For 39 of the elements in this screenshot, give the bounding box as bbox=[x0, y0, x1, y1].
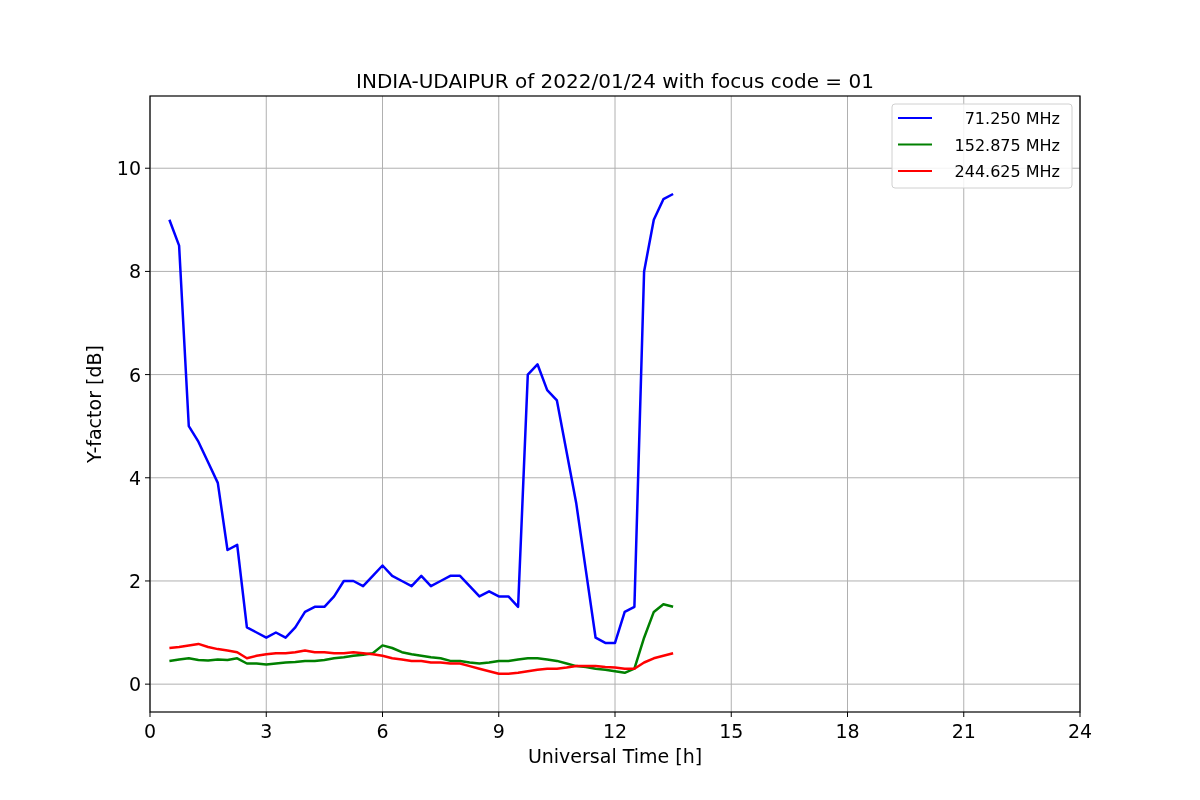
x-tick-mark bbox=[265, 711, 267, 718]
x-tick-mark bbox=[614, 711, 616, 718]
x-tick-label: 24 bbox=[1067, 720, 1093, 742]
y-tick-mark bbox=[144, 167, 151, 169]
x-tick-label: 6 bbox=[376, 720, 389, 742]
x-tick-label: 0 bbox=[143, 720, 157, 742]
x-tick-mark bbox=[149, 711, 151, 718]
y-tick-label: 10 bbox=[116, 157, 141, 180]
y-tick-label: 2 bbox=[128, 569, 141, 592]
x-tick-label: 9 bbox=[492, 720, 505, 742]
y-tick-mark bbox=[144, 374, 151, 376]
x-tick-label: 15 bbox=[719, 720, 744, 742]
y-axis-label: Y-factor [dB] bbox=[83, 345, 105, 463]
legend-label: 244.625 MHz bbox=[954, 162, 1060, 181]
chart-title: INDIA-UDAIPUR of 2022/01/24 with focus code = 01 bbox=[356, 69, 874, 93]
legend-label: 152.875 MHz bbox=[954, 135, 1060, 155]
x-tick-mark bbox=[847, 711, 848, 718]
legend-label: 71.250 MHz bbox=[964, 109, 1060, 128]
legend-line-swatch bbox=[897, 143, 933, 146]
x-tick-label: 3 bbox=[260, 720, 273, 742]
x-tick-label: 21 bbox=[951, 720, 976, 742]
y-tick-label: 8 bbox=[128, 260, 141, 283]
y-tick-mark bbox=[144, 477, 151, 479]
y-tick-label: 0 bbox=[128, 673, 141, 696]
x-tick-mark bbox=[382, 711, 383, 718]
x-tick-mark bbox=[963, 711, 965, 718]
x-tick-mark bbox=[1079, 711, 1081, 718]
y-tick-mark bbox=[144, 270, 151, 272]
x-tick-mark bbox=[730, 711, 732, 718]
x-tick-label: 12 bbox=[602, 720, 628, 742]
y-tick-mark bbox=[144, 580, 151, 582]
legend-line-swatch bbox=[897, 170, 933, 172]
y-tick-label: 4 bbox=[128, 466, 141, 489]
x-tick-mark bbox=[498, 711, 500, 718]
x-tick-label: 18 bbox=[835, 720, 860, 742]
y-tick-mark bbox=[144, 683, 151, 685]
legend-line-swatch bbox=[897, 117, 933, 119]
x-axis-label: Universal Time [h] bbox=[527, 745, 703, 767]
y-tick-label: 6 bbox=[128, 363, 141, 386]
